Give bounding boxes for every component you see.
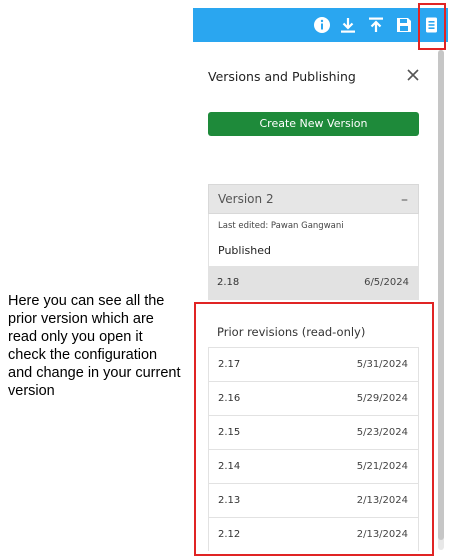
annotation-line: prior version which are — [8, 311, 154, 327]
version-details: Last edited: Pawan Gangwani Published — [208, 214, 419, 266]
toolbar — [193, 8, 448, 42]
current-version-row[interactable]: 2.18 6/5/2024 — [208, 266, 419, 300]
info-icon[interactable] — [312, 15, 332, 35]
annotation-line: check the configuration — [8, 347, 158, 363]
annotation-line: version — [8, 383, 55, 399]
upload-icon[interactable] — [366, 15, 386, 35]
close-icon[interactable] — [406, 67, 420, 81]
last-edited-text: Last edited: Pawan Gangwani — [218, 221, 344, 231]
scrollbar[interactable] — [438, 50, 444, 550]
save-icon[interactable] — [394, 15, 414, 35]
scroll-thumb[interactable] — [438, 50, 444, 540]
highlight-box-document-icon — [418, 3, 446, 50]
annotation-line: read only you open it — [8, 329, 143, 345]
create-new-version-button[interactable]: Create New Version — [208, 112, 419, 136]
version-date: 6/5/2024 — [364, 277, 409, 288]
version-name: Version 2 — [218, 192, 274, 206]
highlight-box-prior-revisions — [194, 302, 434, 556]
version-number: 2.18 — [217, 277, 240, 288]
annotation-text: Here you can see all the prior version w… — [8, 292, 188, 400]
download-icon[interactable] — [338, 15, 358, 35]
annotation-line: and change in your current — [8, 365, 181, 381]
status-text: Published — [218, 244, 271, 257]
panel-title: Versions and Publishing — [208, 69, 356, 84]
collapse-icon[interactable]: – — [401, 192, 408, 208]
annotation-line: Here you can see all the — [8, 293, 165, 309]
version-header[interactable]: Version 2 – — [208, 184, 419, 214]
